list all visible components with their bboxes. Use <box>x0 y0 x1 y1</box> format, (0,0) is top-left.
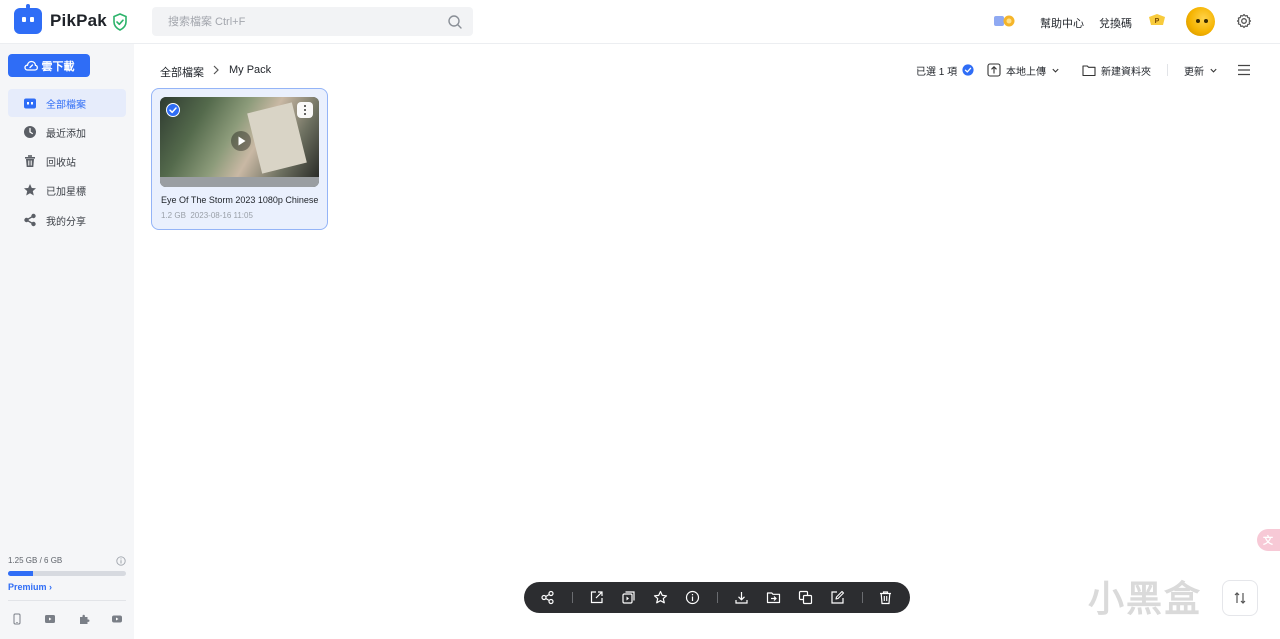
pikpak-logo-icon[interactable] <box>14 4 42 34</box>
trash-icon <box>25 155 35 167</box>
sidebar-item-label: 最近添加 <box>46 128 86 140</box>
breadcrumb-root[interactable]: 全部檔案 <box>160 64 204 80</box>
action-divider <box>862 592 863 603</box>
storage-progress-bar <box>8 571 126 576</box>
file-meta: 1.2 GB 2023-08-16 11:05 <box>161 211 253 220</box>
premium-link[interactable]: Premium › <box>8 582 52 592</box>
chevron-right-icon: › <box>49 582 53 592</box>
file-card[interactable]: Eye Of The Storm 2023 1080p Chinese 1.2 … <box>151 88 328 230</box>
sidebar-divider <box>8 600 126 601</box>
sidebar-item-starred[interactable]: 已加星標 <box>8 176 126 204</box>
share-icon[interactable] <box>540 590 555 605</box>
svg-text:P: P <box>1155 18 1160 25</box>
action-divider <box>572 592 573 603</box>
sidebar-item-trash[interactable]: 回收站 <box>8 147 126 175</box>
storage-quota-text: 1.25 GB / 6 GB <box>8 556 63 565</box>
breadcrumb-current: My Pack <box>229 64 272 76</box>
storage-progress-fill <box>8 571 33 576</box>
sort-dropdown[interactable]: 更新 <box>1184 62 1218 78</box>
play-icon[interactable] <box>231 131 251 151</box>
more-options-icon[interactable] <box>297 102 313 118</box>
star-icon <box>24 184 36 196</box>
translate-float-button[interactable]: 文 <box>1257 529 1280 551</box>
action-divider <box>717 592 718 603</box>
sidebar: 雲下載 全部檔案 最近添加 回收站 已加星標 我的分享 1.25 GB / 6 … <box>0 44 134 639</box>
play-list-icon[interactable] <box>621 590 636 605</box>
search-input[interactable] <box>152 7 473 36</box>
chevron-down-icon <box>1052 68 1059 73</box>
file-name: Eye Of The Storm 2023 1080p Chinese <box>161 195 319 205</box>
folder-icon <box>24 98 36 109</box>
redeem-code-link[interactable]: 兌換碼 <box>1099 15 1132 31</box>
help-center-link[interactable]: 幫助中心 <box>1040 15 1084 31</box>
open-external-icon[interactable] <box>589 590 604 605</box>
clock-icon <box>24 126 36 138</box>
upload-label: 本地上傳 <box>1006 66 1046 78</box>
copy-icon[interactable] <box>798 590 813 605</box>
rename-icon[interactable] <box>830 590 845 605</box>
download-icon[interactable] <box>734 590 749 605</box>
chevron-down-icon <box>1210 68 1217 73</box>
cloud-download-button[interactable]: 雲下載 <box>8 54 90 77</box>
upload-icon <box>987 63 1001 77</box>
video-thumbnail[interactable] <box>160 97 319 187</box>
check-circle-icon <box>962 64 974 76</box>
move-icon[interactable] <box>766 590 781 605</box>
premium-label: Premium <box>8 582 47 592</box>
chevron-right-icon <box>213 65 219 75</box>
sort-arrows-icon <box>1234 592 1246 604</box>
phone-icon[interactable] <box>11 613 23 625</box>
toolbar-divider <box>1167 64 1168 76</box>
selection-action-bar <box>524 582 910 613</box>
top-header: PikPak 幫助中心 兌換碼 P <box>0 0 1280 44</box>
translate-icon: 文 <box>1263 534 1274 547</box>
new-folder-icon <box>1082 65 1096 77</box>
info-icon[interactable] <box>685 590 700 605</box>
svg-text:文: 文 <box>1263 534 1274 547</box>
delete-icon[interactable] <box>878 590 893 605</box>
tv-icon[interactable] <box>44 613 56 625</box>
watermark-text: 小黑盒 <box>1088 579 1203 620</box>
search-icon[interactable] <box>447 14 463 30</box>
verified-shield-icon[interactable] <box>112 13 128 31</box>
file-date: 2023-08-16 11:05 <box>190 211 253 220</box>
youtube-icon[interactable] <box>111 613 123 625</box>
premium-p-icon[interactable]: P <box>1148 13 1166 27</box>
new-folder-label: 新建資料夾 <box>1101 66 1151 78</box>
upload-button[interactable]: 本地上傳 <box>987 62 1060 78</box>
list-view-icon[interactable] <box>1237 63 1251 77</box>
brand-name[interactable]: PikPak <box>50 11 107 31</box>
sidebar-item-shares[interactable]: 我的分享 <box>8 206 126 234</box>
sidebar-item-recent[interactable]: 最近添加 <box>8 118 126 146</box>
file-size: 1.2 GB <box>161 211 186 220</box>
sidebar-item-label: 我的分享 <box>46 216 86 228</box>
settings-gear-icon[interactable] <box>1236 13 1252 29</box>
app-badge-icon[interactable] <box>992 13 1018 29</box>
new-folder-button[interactable]: 新建資料夾 <box>1082 62 1151 78</box>
sidebar-item-all-files[interactable]: 全部檔案 <box>8 89 126 117</box>
sort-float-button[interactable] <box>1222 580 1258 616</box>
sidebar-item-label: 全部檔案 <box>46 99 86 111</box>
sidebar-item-label: 已加星標 <box>46 186 86 198</box>
sort-label: 更新 <box>1184 66 1204 78</box>
selection-status[interactable]: 已選 1 項 <box>916 62 974 78</box>
user-avatar[interactable] <box>1186 7 1215 36</box>
cloud-download-label: 雲下載 <box>41 60 75 73</box>
share-icon <box>24 213 36 227</box>
selected-check-icon[interactable] <box>166 103 180 117</box>
cloud-link-icon <box>23 60 38 71</box>
star-icon[interactable] <box>653 590 668 605</box>
selected-count-label: 已選 1 項 <box>916 66 958 78</box>
sidebar-item-label: 回收站 <box>46 157 76 169</box>
extension-icon[interactable] <box>78 613 90 625</box>
info-icon[interactable] <box>116 556 126 566</box>
